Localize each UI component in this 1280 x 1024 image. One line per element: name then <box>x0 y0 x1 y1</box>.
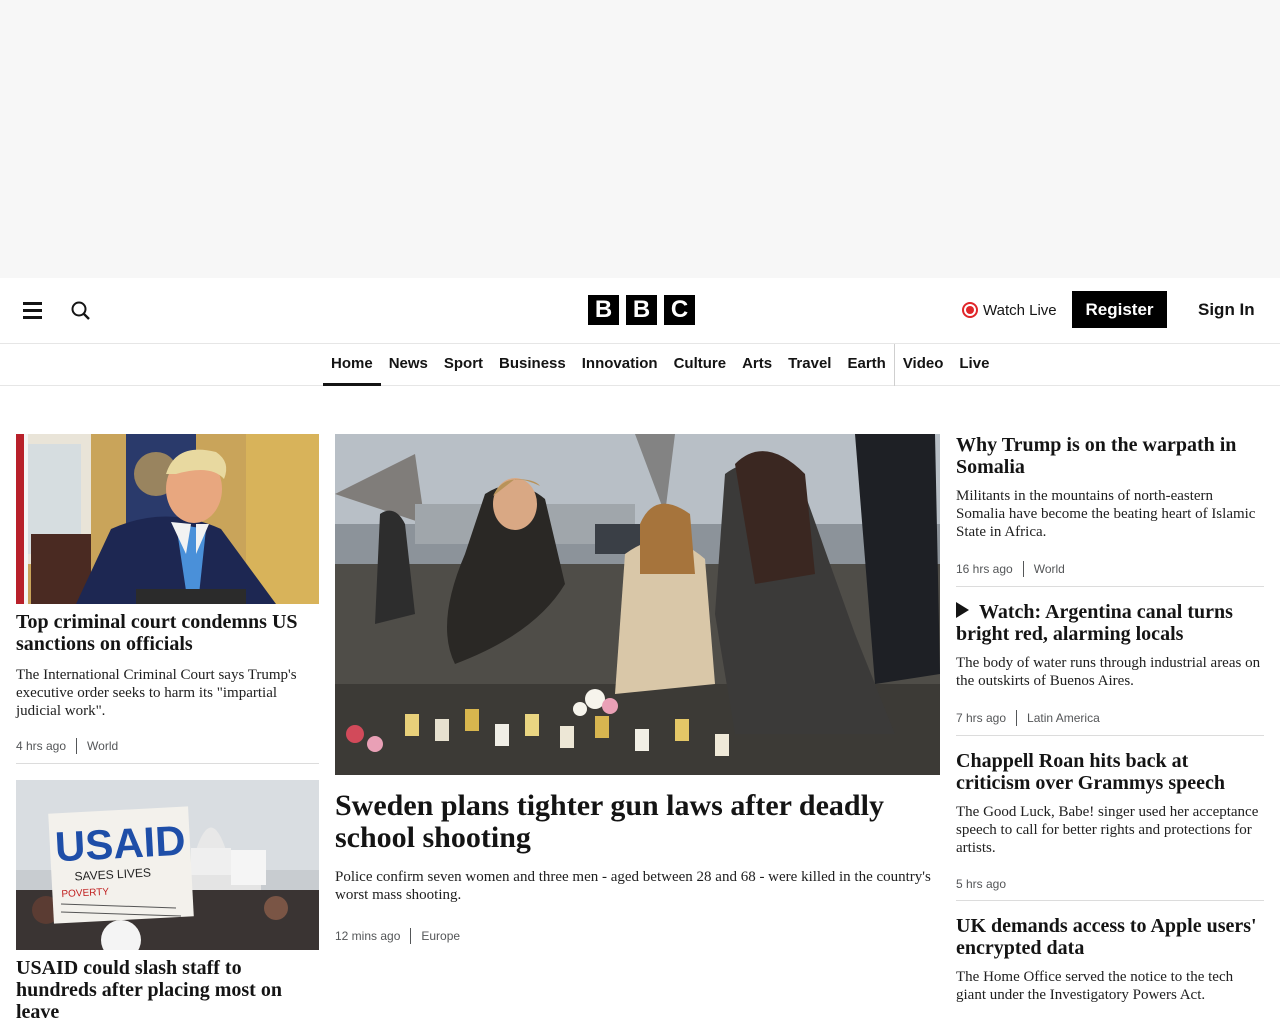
play-icon <box>956 602 969 618</box>
nav-item-news[interactable]: News <box>381 344 436 386</box>
nav-item-sport[interactable]: Sport <box>436 344 491 386</box>
divider <box>956 900 1264 901</box>
story-time: 7 hrs ago <box>956 711 1007 725</box>
story-time: 5 hrs ago <box>956 877 1007 891</box>
trump-photo <box>16 434 319 604</box>
story-image-trump[interactable] <box>16 434 319 604</box>
ad-space <box>0 0 1280 278</box>
story-section-link[interactable]: Latin America <box>1016 710 1100 726</box>
story-time: 16 hrs ago <box>956 562 1013 576</box>
story-card[interactable]: Why Trump is on the warpath in Somalia M… <box>956 434 1264 587</box>
story-card[interactable]: Chappell Roan hits back at criticism ove… <box>956 750 1264 901</box>
story-description: The Home Office served the notice to the… <box>956 969 1234 1003</box>
story-title[interactable]: Why Trump is on the warpath in Somalia <box>956 434 1264 478</box>
nav-item-arts[interactable]: Arts <box>734 344 780 386</box>
menu-button[interactable] <box>18 296 48 326</box>
story-card[interactable]: Top criminal court condemns US sanctions… <box>16 434 319 764</box>
story-section-link[interactable]: Europe <box>410 928 460 944</box>
lead-story-description: Police confirm seven women and three men… <box>335 869 931 903</box>
story-section-link[interactable]: World <box>1022 561 1065 577</box>
usaid-protest-photo: USAID SAVES LIVES POVERTY <box>16 780 319 950</box>
divider <box>16 763 319 764</box>
story-title[interactable]: Watch: Argentina canal turns bright red,… <box>956 601 1264 645</box>
story-description: The International Criminal Court says Tr… <box>16 667 297 719</box>
divider <box>956 586 1264 587</box>
story-meta: 16 hrs ago World <box>956 561 1264 577</box>
vigil-photo <box>335 434 940 775</box>
search-button[interactable] <box>66 296 96 326</box>
register-button[interactable]: Register <box>1072 291 1167 328</box>
nav-item-home[interactable]: Home <box>323 344 381 386</box>
story-card[interactable]: USAID SAVES LIVES POVERTY USAID could sl… <box>16 780 319 1023</box>
masthead: B B C Watch Live Register Sign In <box>0 278 1280 344</box>
story-card[interactable]: Watch: Argentina canal turns bright red,… <box>956 601 1264 736</box>
nav-item-video[interactable]: Video <box>893 344 952 386</box>
live-icon <box>962 302 978 318</box>
lead-story-image[interactable] <box>335 434 940 775</box>
story-section-link[interactable]: World <box>76 738 118 754</box>
nav-item-business[interactable]: Business <box>491 344 574 386</box>
bbc-logo[interactable]: B B C <box>588 295 695 325</box>
story-meta: 5 hrs ago <box>956 877 1264 891</box>
search-icon <box>71 301 90 320</box>
watch-live-link[interactable]: Watch Live <box>962 298 1057 322</box>
story-image-usaid[interactable]: USAID SAVES LIVES POVERTY <box>16 780 319 950</box>
story-time: 12 mins ago <box>335 929 401 943</box>
story-title[interactable]: Top criminal court condemns US sanctions… <box>16 611 319 655</box>
divider <box>956 735 1264 736</box>
nav-item-live[interactable]: Live <box>951 344 997 386</box>
lead-story-title[interactable]: Sweden plans tighter gun laws after dead… <box>335 790 940 854</box>
story-meta: 12 mins ago Europe <box>335 928 940 944</box>
right-column: Why Trump is on the warpath in Somalia M… <box>956 434 1264 1004</box>
story-title[interactable]: Chappell Roan hits back at criticism ove… <box>956 750 1264 794</box>
logo-letter: B <box>588 295 619 325</box>
left-column: Top criminal court condemns US sanctions… <box>16 434 319 1023</box>
lead-story[interactable]: Sweden plans tighter gun laws after dead… <box>335 434 940 944</box>
nav-item-earth[interactable]: Earth <box>839 344 893 386</box>
sign-in-button[interactable]: Sign In <box>1190 291 1263 328</box>
story-title[interactable]: USAID could slash staff to hundreds afte… <box>16 957 319 1023</box>
story-card[interactable]: UK demands access to Apple users' encryp… <box>956 915 1264 1004</box>
story-description: The body of water runs through industria… <box>956 655 1261 689</box>
watch-live-label: Watch Live <box>983 301 1057 319</box>
sign-text: USAID <box>54 817 187 871</box>
logo-letter: C <box>664 295 695 325</box>
story-time: 4 hrs ago <box>16 739 67 753</box>
logo-letter: B <box>626 295 657 325</box>
nav-item-travel[interactable]: Travel <box>780 344 839 386</box>
nav-item-culture[interactable]: Culture <box>666 344 735 386</box>
story-description: The Good Luck, Babe! singer used her acc… <box>956 804 1259 856</box>
main-nav: Home News Sport Business Innovation Cult… <box>0 344 1280 386</box>
nav-item-innovation[interactable]: Innovation <box>574 344 666 386</box>
center-column: Sweden plans tighter gun laws after dead… <box>335 434 940 944</box>
story-title-text: Watch: Argentina canal turns bright red,… <box>956 601 1233 645</box>
story-description: Militants in the mountains of north-east… <box>956 488 1256 540</box>
story-meta: 4 hrs ago World <box>16 738 319 754</box>
story-meta: 7 hrs ago Latin America <box>956 710 1264 726</box>
story-title[interactable]: UK demands access to Apple users' encryp… <box>956 915 1264 959</box>
hamburger-icon <box>23 302 42 319</box>
